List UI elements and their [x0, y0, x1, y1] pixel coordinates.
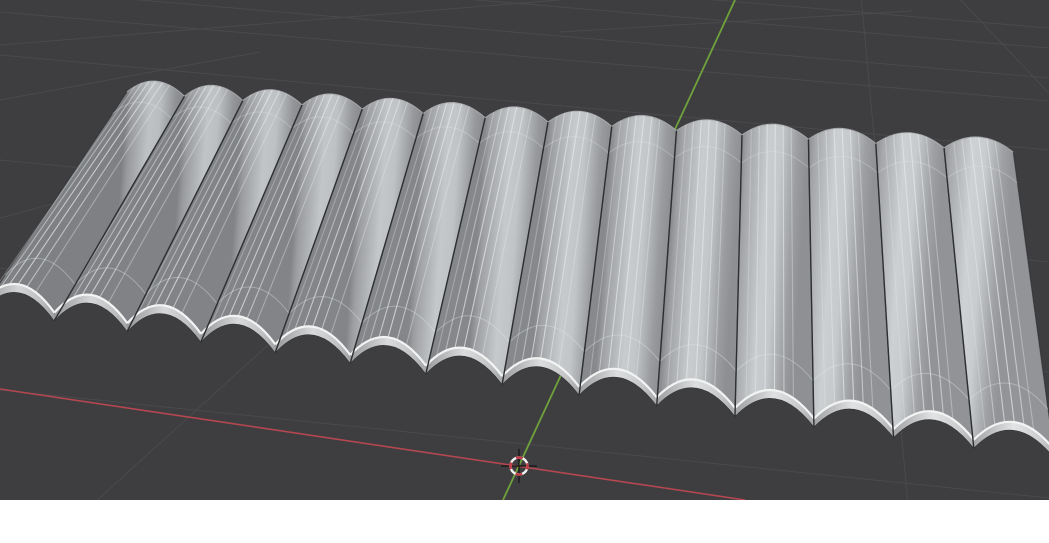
wireframe-edge — [773, 124, 776, 391]
screenshot-stage — [0, 0, 1049, 543]
viewport-3d[interactable] — [0, 0, 1049, 500]
wireframe-edge — [782, 125, 785, 393]
viewport-canvas[interactable] — [0, 0, 1049, 500]
bottom-white-strip — [0, 500, 1049, 543]
